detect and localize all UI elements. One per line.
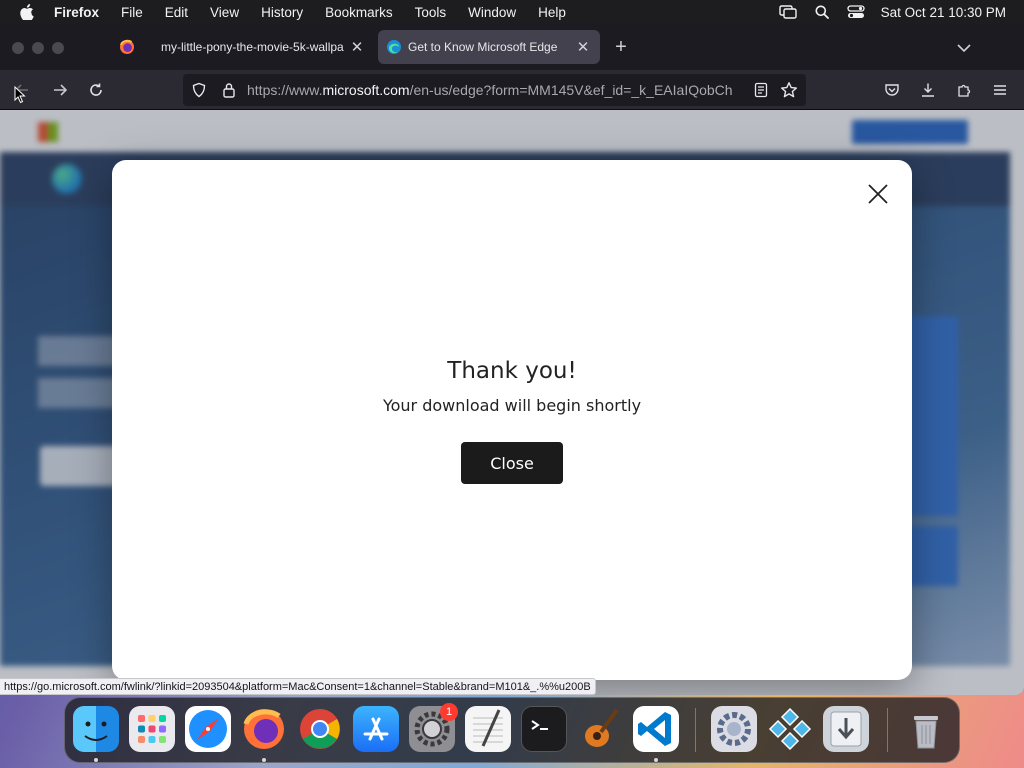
close-window-button[interactable]	[12, 42, 24, 54]
downloads-stack-icon[interactable]	[823, 706, 869, 752]
ppsspp-icon[interactable]	[767, 706, 813, 752]
url-prefix: https://www.	[247, 82, 323, 98]
menubar-clock[interactable]: Sat Oct 21 10:30 PM	[881, 5, 1006, 20]
pinned-tab-firefox[interactable]	[108, 30, 146, 64]
downloads-arrow-icon[interactable]	[916, 78, 940, 102]
macos-dock	[64, 697, 960, 763]
url-host: microsoft.com	[322, 82, 410, 98]
dialog-close-button[interactable]: Close	[461, 442, 563, 484]
spotlight-search-icon[interactable]	[815, 5, 829, 19]
lock-icon[interactable]	[215, 82, 243, 98]
dialog-subtitle: Your download will begin shortly	[382, 396, 642, 415]
extensions-puzzle-icon[interactable]	[952, 78, 976, 102]
settings-utility-icon[interactable]	[711, 706, 757, 752]
hamburger-menu-icon[interactable]	[988, 78, 1012, 102]
zoom-window-button[interactable]	[52, 42, 64, 54]
url-bar[interactable]: https://www.microsoft.com/en-us/edge?for…	[183, 74, 806, 106]
pocket-icon[interactable]	[880, 78, 904, 102]
download-thank-you-dialog: Thank you! Your download will begin shor…	[112, 160, 912, 680]
menu-history[interactable]: History	[261, 5, 303, 20]
terminal-icon[interactable]	[521, 706, 567, 752]
reader-view-icon[interactable]	[750, 80, 772, 100]
chrome-icon[interactable]	[297, 706, 343, 752]
menu-view[interactable]: View	[210, 5, 239, 20]
macos-menubar: Firefox File Edit View History Bookmarks…	[0, 0, 1024, 24]
dialog-title: Thank you!	[447, 358, 577, 384]
tab-wallpaper[interactable]: my-little-pony-the-movie-5k-wallpa ✕	[150, 30, 374, 64]
apple-menu-icon[interactable]	[20, 4, 34, 20]
control-center-icon[interactable]	[847, 5, 865, 19]
tab-bar: my-little-pony-the-movie-5k-wallpa ✕ Get…	[0, 24, 1024, 70]
menu-edit[interactable]: Edit	[165, 5, 188, 20]
page-content: Thank you! Your download will begin shor…	[0, 110, 1024, 695]
notification-badge: 1	[440, 703, 458, 721]
url-text[interactable]: https://www.microsoft.com/en-us/edge?for…	[247, 82, 747, 98]
finder-icon[interactable]	[73, 706, 119, 752]
edge-favicon-icon	[387, 40, 401, 54]
menu-tools[interactable]: Tools	[415, 5, 447, 20]
safari-icon[interactable]	[185, 706, 231, 752]
tab-close-icon[interactable]: ✕	[574, 38, 592, 56]
status-link-preview: https://go.microsoft.com/fwlink/?linkid=…	[0, 678, 596, 695]
reload-icon[interactable]	[84, 78, 108, 102]
tracking-protection-shield-icon[interactable]	[185, 82, 213, 98]
navigation-toolbar: https://www.microsoft.com/en-us/edge?for…	[0, 70, 1024, 110]
firefox-tab-icon	[120, 39, 134, 54]
tab-title: Get to Know Microsoft Edge	[408, 40, 558, 54]
launchpad-icon[interactable]	[129, 706, 175, 752]
firefox-window: my-little-pony-the-movie-5k-wallpa ✕ Get…	[0, 24, 1024, 695]
app-menu-firefox[interactable]: Firefox	[54, 5, 99, 20]
tab-microsoft-edge[interactable]: Get to Know Microsoft Edge ✕	[378, 30, 600, 64]
running-indicator	[654, 758, 658, 762]
screen-mirroring-icon[interactable]	[778, 5, 797, 19]
menu-window[interactable]: Window	[468, 5, 516, 20]
tab-close-icon[interactable]: ✕	[348, 38, 366, 56]
trash-icon[interactable]	[903, 706, 949, 752]
menu-file[interactable]: File	[121, 5, 143, 20]
app-store-icon[interactable]	[353, 706, 399, 752]
url-path: /en-us/edge?form=MM145V&ef_id=_k_EAIaIQo…	[409, 82, 733, 98]
textedit-icon[interactable]	[465, 706, 511, 752]
menu-help[interactable]: Help	[538, 5, 566, 20]
forward-arrow-icon[interactable]	[48, 78, 72, 102]
mouse-cursor-icon	[14, 85, 26, 104]
vscode-icon[interactable]	[633, 706, 679, 752]
bookmark-star-icon[interactable]	[778, 80, 800, 100]
new-tab-plus-icon[interactable]: +	[610, 36, 632, 58]
running-indicator	[262, 758, 266, 762]
garageband-icon[interactable]	[577, 706, 623, 752]
menu-bookmarks[interactable]: Bookmarks	[325, 5, 393, 20]
firefox-icon[interactable]	[241, 706, 287, 752]
window-controls	[12, 42, 64, 54]
dialog-close-x-icon[interactable]	[866, 182, 890, 206]
dock-separator	[887, 708, 888, 752]
minimize-window-button[interactable]	[32, 42, 44, 54]
list-all-tabs-chevron-icon[interactable]	[954, 38, 974, 58]
dock-separator	[695, 708, 696, 752]
tab-title: my-little-pony-the-movie-5k-wallpa	[161, 40, 344, 54]
running-indicator	[94, 758, 98, 762]
